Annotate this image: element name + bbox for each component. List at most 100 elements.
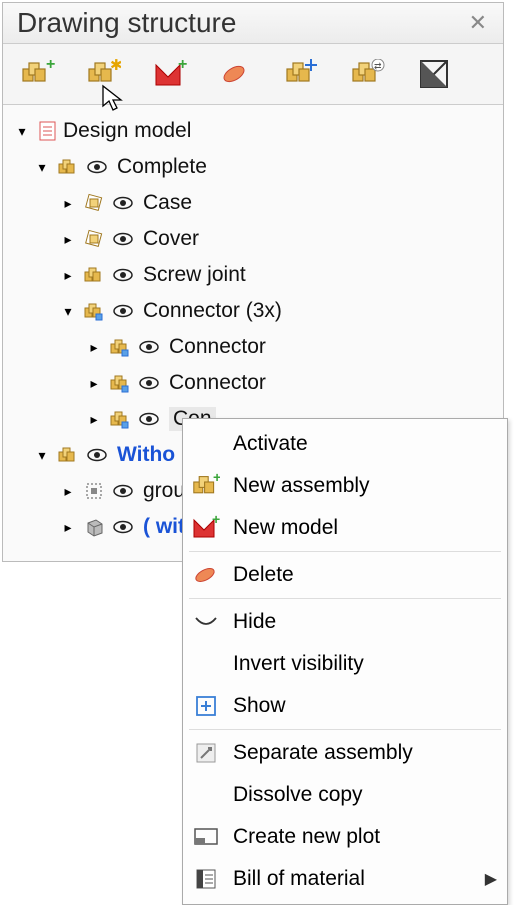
menu-label: New model xyxy=(233,516,338,540)
menu-separator xyxy=(189,598,501,599)
menu-hide[interactable]: Hide xyxy=(183,601,507,643)
menu-label: Invert visibility xyxy=(233,652,364,676)
tree-row-connector-group[interactable]: ▾ Connector (3x) xyxy=(7,293,499,329)
assembly-link-icon xyxy=(107,370,133,396)
visibility-icon[interactable] xyxy=(109,483,137,499)
panel-header: Drawing structure ✕ xyxy=(3,3,503,44)
expander-icon[interactable]: ▸ xyxy=(85,338,103,356)
visibility-icon[interactable] xyxy=(83,447,111,463)
settings-icon: ⇄ xyxy=(351,59,385,89)
assembly-icon xyxy=(55,442,81,468)
tree-label: Connector xyxy=(169,371,266,395)
part-icon xyxy=(81,190,107,216)
menu-bill-of-material[interactable]: Bill of material ▶ xyxy=(183,858,507,900)
new-assembly-button[interactable]: + xyxy=(17,54,59,94)
menu-label: Create new plot xyxy=(233,825,380,849)
menu-delete[interactable]: Delete xyxy=(183,554,507,596)
tree-row-screw[interactable]: ▸ Screw joint xyxy=(7,257,499,293)
tree-label: Screw joint xyxy=(143,263,246,287)
tree-label: Case xyxy=(143,191,192,215)
separate-icon xyxy=(189,736,223,770)
visibility-icon[interactable] xyxy=(135,411,163,427)
blank-icon xyxy=(189,647,223,681)
svg-text:⇄: ⇄ xyxy=(374,61,382,71)
menu-label: Delete xyxy=(233,563,294,587)
toolbar: + ✱ + ⇄ xyxy=(3,44,503,105)
expander-icon[interactable]: ▸ xyxy=(85,410,103,428)
menu-new-assembly[interactable]: + New assembly xyxy=(183,465,507,507)
menu-create-new-plot[interactable]: Create new plot xyxy=(183,816,507,858)
panel-title: Drawing structure xyxy=(17,7,236,39)
menu-dissolve-copy[interactable]: Dissolve copy xyxy=(183,774,507,816)
tree-row-cover[interactable]: ▸ Cover xyxy=(7,221,499,257)
blank-icon xyxy=(189,427,223,461)
menu-label: New assembly xyxy=(233,474,370,498)
hide-icon xyxy=(189,605,223,639)
expander-icon[interactable]: ▾ xyxy=(13,122,31,140)
menu-label: Hide xyxy=(233,610,276,634)
new-item-button[interactable]: ✱ xyxy=(83,54,125,94)
expander-icon[interactable]: ▸ xyxy=(85,374,103,392)
delete-button[interactable] xyxy=(215,54,257,94)
new-model-icon: + xyxy=(189,511,223,545)
expander-icon[interactable]: ▾ xyxy=(59,302,77,320)
expander-icon[interactable]: ▸ xyxy=(59,482,77,500)
svg-text:+: + xyxy=(212,515,220,527)
delete-icon xyxy=(189,558,223,592)
expander-icon[interactable]: ▸ xyxy=(59,518,77,536)
assembly-icon xyxy=(81,262,107,288)
menu-label: Show xyxy=(233,694,286,718)
visibility-icon[interactable] xyxy=(109,519,137,535)
visibility-icon[interactable] xyxy=(83,159,111,175)
visibility-icon[interactable] xyxy=(109,195,137,211)
new-assembly-icon: + xyxy=(21,59,55,89)
expander-icon[interactable]: ▾ xyxy=(33,158,51,176)
menu-activate[interactable]: Activate xyxy=(183,423,507,465)
tree-row-complete[interactable]: ▾ Complete xyxy=(7,149,499,185)
new-model-button[interactable]: + xyxy=(149,54,191,94)
tree-row-case[interactable]: ▸ Case xyxy=(7,185,499,221)
submenu-arrow-icon: ▶ xyxy=(485,869,497,889)
expander-icon[interactable]: ▸ xyxy=(59,194,77,212)
tree-label: grou xyxy=(143,479,185,503)
expander-icon[interactable]: ▸ xyxy=(59,266,77,284)
tree-row-connector-1[interactable]: ▸ Connector xyxy=(7,329,499,365)
visibility-icon[interactable] xyxy=(109,303,137,319)
menu-new-model[interactable]: + New model xyxy=(183,507,507,549)
move-icon xyxy=(285,59,319,89)
blank-icon xyxy=(189,778,223,812)
new-item-icon: ✱ xyxy=(87,59,121,89)
menu-separate-assembly[interactable]: Separate assembly xyxy=(183,732,507,774)
expander-icon[interactable]: ▸ xyxy=(59,230,77,248)
bom-icon xyxy=(189,862,223,896)
tree-label: Cover xyxy=(143,227,199,251)
tree-label: Witho xyxy=(117,443,175,467)
move-button[interactable] xyxy=(281,54,323,94)
menu-separator xyxy=(189,729,501,730)
menu-invert-visibility[interactable]: Invert visibility xyxy=(183,643,507,685)
solid-icon xyxy=(81,514,107,540)
visibility-icon[interactable] xyxy=(135,375,163,391)
tree-row-connector-2[interactable]: ▸ Connector xyxy=(7,365,499,401)
new-assembly-icon: + xyxy=(189,469,223,503)
svg-text:✱: ✱ xyxy=(110,59,121,74)
delete-icon xyxy=(219,59,253,89)
visibility-icon[interactable] xyxy=(109,231,137,247)
display-mode-icon xyxy=(419,59,449,89)
assembly-icon xyxy=(55,154,81,180)
display-mode-button[interactable] xyxy=(413,54,455,94)
menu-label: Activate xyxy=(233,432,308,456)
tree-label: Connector xyxy=(169,335,266,359)
visibility-icon[interactable] xyxy=(135,339,163,355)
context-menu: Activate + New assembly + New model Dele… xyxy=(182,418,508,905)
settings-button[interactable]: ⇄ xyxy=(347,54,389,94)
menu-label: Bill of material xyxy=(233,867,365,891)
tree-label: Design model xyxy=(63,119,191,143)
tree-row-root[interactable]: ▾ Design model xyxy=(7,113,499,149)
menu-show[interactable]: Show xyxy=(183,685,507,727)
show-icon xyxy=(189,689,223,723)
expander-icon[interactable]: ▾ xyxy=(33,446,51,464)
assembly-link-icon xyxy=(107,334,133,360)
visibility-icon[interactable] xyxy=(109,267,137,283)
close-icon[interactable]: ✕ xyxy=(465,10,491,36)
